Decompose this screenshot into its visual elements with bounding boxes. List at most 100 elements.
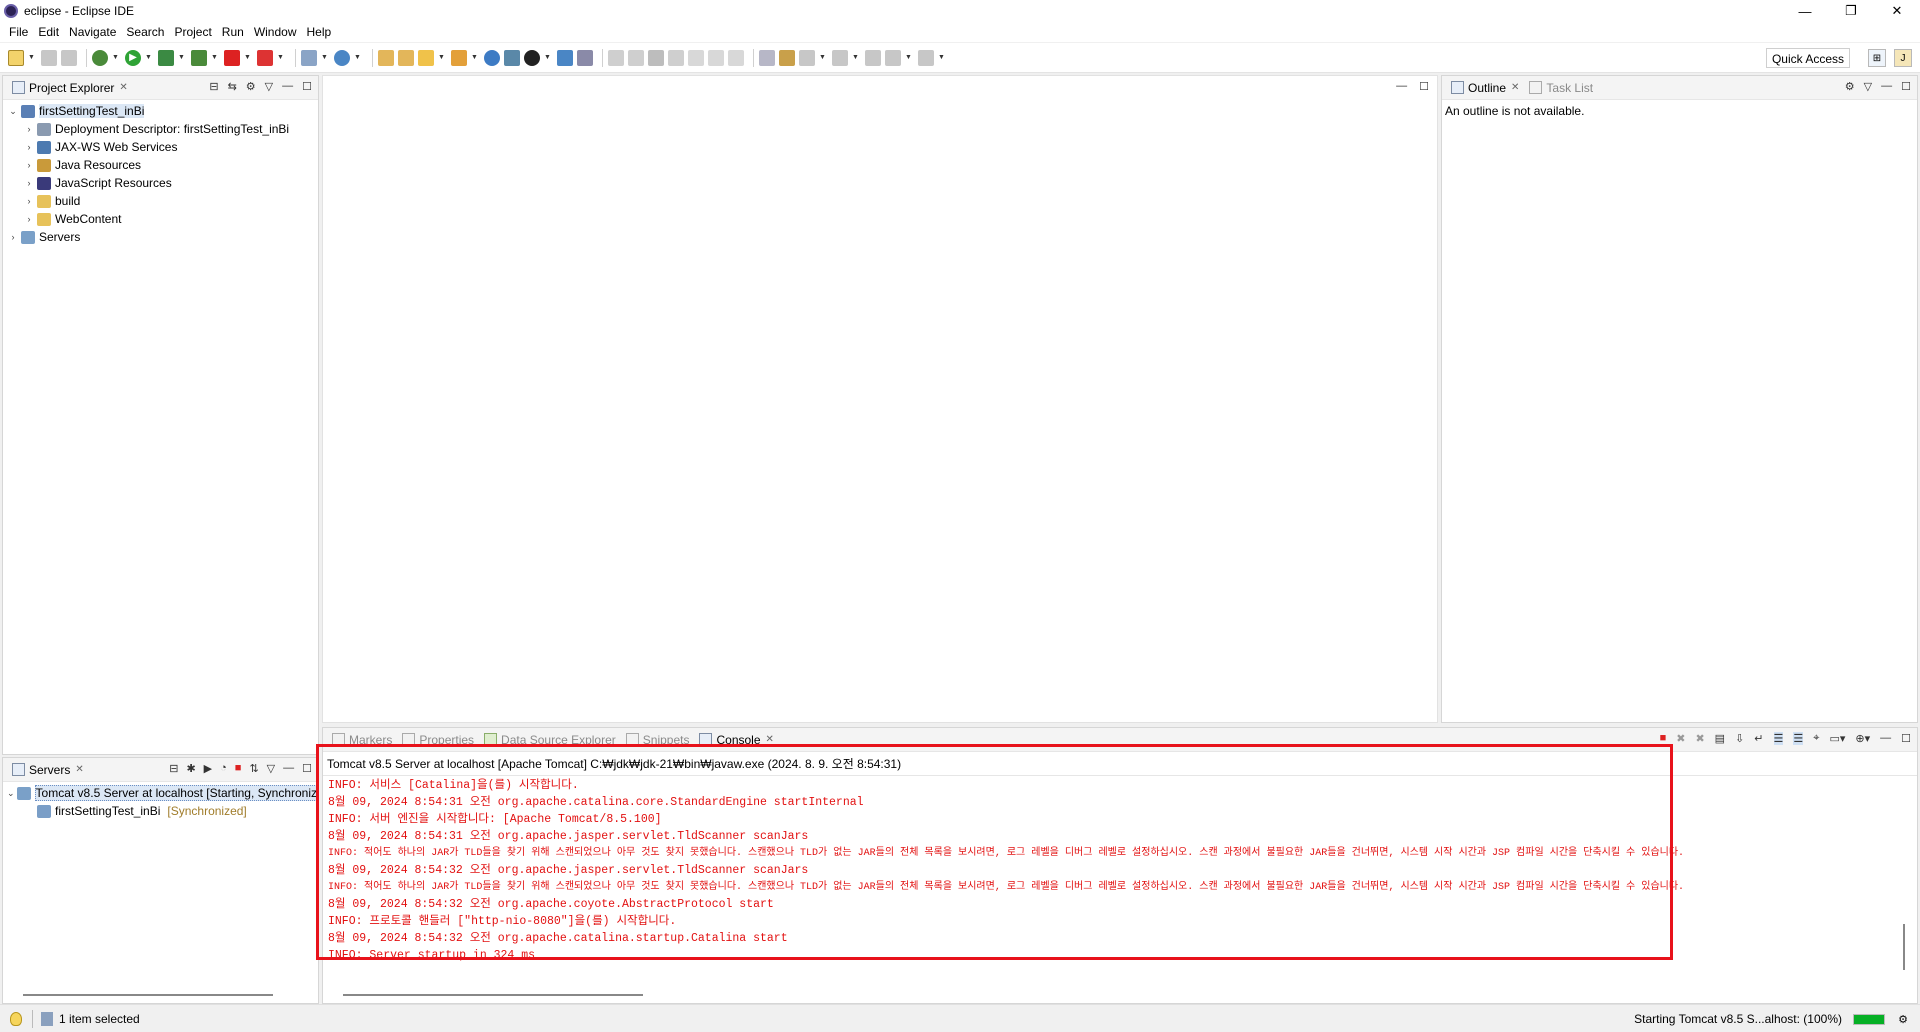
menu-search[interactable]: Search [121,25,169,39]
previous-annotation-icon[interactable] [832,49,848,66]
tree-item-servers[interactable]: › Servers [7,228,318,246]
chevron-down-icon[interactable]: ▼ [277,54,284,61]
chevron-down-icon[interactable]: ⌄ [7,106,19,117]
next-annotation-icon[interactable] [799,49,815,66]
chevron-right-icon[interactable]: › [23,160,35,170]
debug-server-icon[interactable]: ✱ [186,762,195,775]
vertical-scrollbar[interactable] [1903,924,1905,970]
open-type-icon[interactable] [378,49,394,66]
search-icon[interactable] [418,49,434,66]
maximize-view-icon[interactable]: ☐ [1901,80,1911,93]
open-console-icon[interactable]: ⊕▾ [1855,732,1870,745]
chevron-down-icon[interactable]: ▼ [819,54,826,61]
tree-item-java-resources[interactable]: › Java Resources [7,156,318,174]
chevron-down-icon[interactable]: ▼ [145,54,152,61]
tab-task-list[interactable]: Task List [1524,77,1598,99]
step-return-icon[interactable] [728,49,744,66]
progress-view-icon[interactable]: ⚙ [1898,1013,1908,1026]
remove-launch-icon[interactable]: ✖ [1676,732,1685,745]
chevron-right-icon[interactable]: › [23,196,35,206]
debug-icon[interactable] [92,49,108,66]
save-icon[interactable] [41,49,57,66]
view-menu-icon[interactable]: ▽ [1864,80,1872,93]
step-over-icon[interactable] [708,49,724,66]
maximize-view-icon[interactable]: ☐ [1901,732,1911,745]
close-icon[interactable]: ✕ [75,764,83,775]
close-icon[interactable]: ✕ [119,82,127,93]
stop-server-icon[interactable] [224,49,240,66]
open-resource-icon[interactable] [398,49,414,66]
menu-edit[interactable]: Edit [33,25,64,39]
horizontal-scrollbar[interactable] [23,994,273,996]
terminate-icon[interactable] [257,49,273,66]
chevron-down-icon[interactable]: ▼ [244,54,251,61]
chevron-down-icon[interactable]: ▼ [354,54,361,61]
coverage-icon[interactable] [158,49,174,66]
chevron-down-icon[interactable]: ▼ [321,54,328,61]
progress-bar[interactable] [1853,1014,1885,1025]
close-icon[interactable]: ✕ [1511,82,1519,93]
minimize-editor-icon[interactable]: — [1396,80,1407,93]
stop-server-icon[interactable]: ■ [235,762,242,775]
back-icon[interactable] [885,49,901,66]
toggle-view-icon[interactable] [557,49,573,66]
menu-file[interactable]: File [4,25,33,39]
display-console-icon[interactable]: ▭▾ [1829,732,1845,745]
menu-run[interactable]: Run [217,25,249,39]
collapse-all-icon[interactable]: ⊟ [169,762,178,775]
menu-window[interactable]: Window [249,25,302,39]
publish-icon[interactable]: ⇅ [249,762,258,775]
run-icon[interactable]: ▶ [125,49,141,66]
word-wrap-icon[interactable]: ↵ [1754,732,1763,745]
menu-help[interactable]: Help [302,25,337,39]
chevron-right-icon[interactable]: › [23,124,35,134]
show-stdout-icon[interactable]: ☰ [1773,732,1784,745]
collapse-all-icon[interactable]: ⊟ [209,80,218,93]
link-editor-icon[interactable]: ⇆ [228,80,237,93]
filter-icon[interactable]: ⚙ [1845,80,1855,93]
minimize-view-icon[interactable]: — [283,762,294,775]
chevron-down-icon[interactable]: ⌄ [7,788,15,799]
view-menu-icon[interactable]: ▽ [265,80,273,93]
chevron-right-icon[interactable]: › [23,214,35,224]
start-server-icon[interactable]: ▶ [204,762,212,775]
terminate-debug-icon[interactable] [648,49,664,66]
close-button[interactable]: ✕ [1874,0,1920,22]
new-package-icon[interactable] [301,49,317,66]
globe-icon[interactable] [484,49,500,66]
jee-perspective-icon[interactable]: J [1894,49,1912,67]
chevron-right-icon[interactable]: › [7,232,19,242]
tree-item-build[interactable]: › build [7,192,318,210]
tab-project-explorer[interactable]: Project Explorer ✕ [7,77,133,99]
step-into-icon[interactable] [688,49,704,66]
new-class-icon[interactable] [334,49,350,66]
maximize-editor-icon[interactable]: ☐ [1419,80,1429,93]
chevron-down-icon[interactable]: ▼ [852,54,859,61]
minimize-view-icon[interactable]: — [282,80,293,93]
tree-item-jaxws[interactable]: › JAX-WS Web Services [7,138,318,156]
server-row[interactable]: ⌄ Tomcat v8.5 Server at localhost [Start… [7,784,318,802]
skip-breakpoints-icon[interactable] [577,49,593,66]
last-edit-icon[interactable] [865,49,881,66]
open-task-icon[interactable] [451,49,467,66]
chevron-down-icon[interactable]: ▼ [438,54,445,61]
show-stderr-icon[interactable]: ☰ [1793,732,1804,745]
tab-servers[interactable]: Servers ✕ [7,759,89,781]
minimize-view-icon[interactable]: — [1881,80,1892,93]
perspective-icon[interactable] [524,49,540,66]
chevron-down-icon[interactable]: ▼ [905,54,912,61]
chevron-down-icon[interactable]: ▼ [211,54,218,61]
clear-console-icon[interactable]: ▤ [1715,732,1725,745]
tab-outline[interactable]: Outline ✕ [1446,77,1524,99]
open-perspective-icon[interactable]: ⊞ [1868,49,1886,67]
minimize-button[interactable]: — [1782,0,1828,22]
filter-icon[interactable]: ⚙ [246,80,256,93]
use-step-filters-icon[interactable] [759,49,775,66]
chevron-right-icon[interactable]: › [23,142,35,152]
tree-item-js-resources[interactable]: › JavaScript Resources [7,174,318,192]
save-all-icon[interactable] [61,49,77,66]
chevron-down-icon[interactable]: ▼ [471,54,478,61]
chevron-down-icon[interactable]: ▼ [938,54,945,61]
tree-item-webcontent[interactable]: › WebContent [7,210,318,228]
tree-item-project[interactable]: ⌄ firstSettingTest_inBi [7,102,318,120]
